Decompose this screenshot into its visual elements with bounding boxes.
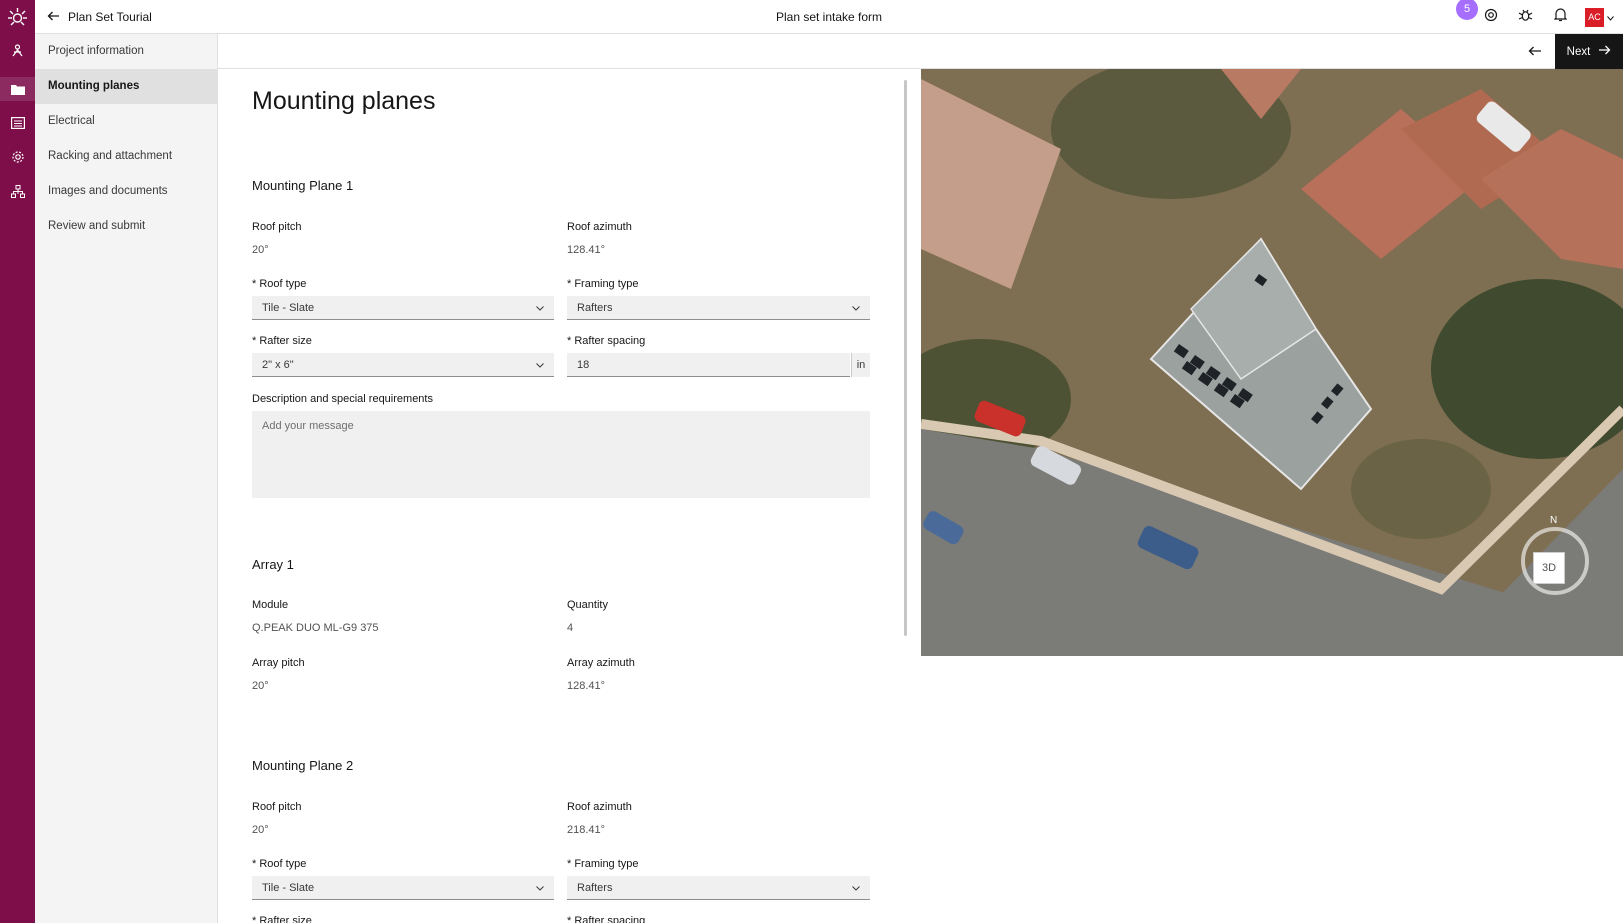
module-value: Q.PEAK DUO ML-G9 375 [252, 622, 379, 634]
framing-type-selected-value: Rafters [577, 302, 613, 314]
folder-icon[interactable] [0, 77, 35, 101]
rafter-size-select[interactable]: 2" x 6" [252, 353, 554, 377]
array-pitch-label: Array pitch [252, 657, 305, 669]
framing-type-select[interactable]: Rafters [567, 296, 870, 320]
back-link-label: Plan Set Tourial [68, 10, 152, 24]
roof-azimuth-label: Roof azimuth [567, 801, 632, 813]
arrow-left-icon [47, 10, 60, 24]
roof-type-selected-value: Tile - Slate [262, 882, 315, 894]
form-sections-nav: Project information Mounting planes Elec… [35, 34, 218, 923]
person-icon[interactable] [9, 42, 26, 59]
top-header: Plan Set Tourial Plan set intake form 5 … [35, 0, 1623, 34]
rafter-spacing-label: * Rafter spacing [567, 915, 646, 923]
roof-pitch-label: Roof pitch [252, 221, 302, 233]
bug-icon [1518, 8, 1533, 27]
roof-type-label: * Roof type [252, 858, 307, 870]
form-scrollbar[interactable] [904, 80, 907, 636]
roof-pitch-value: 20° [252, 244, 269, 256]
rafter-spacing-input[interactable]: 18 [567, 353, 850, 377]
mounting-plane-2-title: Mounting Plane 2 [252, 758, 354, 773]
bug-report-button[interactable] [1515, 7, 1536, 28]
page-title: Mounting planes [252, 87, 436, 115]
array-azimuth-value: 128.41° [567, 680, 606, 692]
roof-type-selected-value: Tile - Slate [262, 302, 315, 314]
lifebuoy-icon [1484, 8, 1498, 27]
roof-pitch-value: 20° [252, 824, 269, 836]
framing-type-selected-value: Rafters [577, 882, 613, 894]
description-textarea[interactable]: Add your message [252, 411, 870, 498]
user-menu[interactable]: AC [1585, 7, 1615, 28]
array-azimuth-label: Array azimuth [567, 657, 635, 669]
nav-item-project-information[interactable]: Project information [35, 34, 217, 69]
app-rail [0, 0, 35, 923]
rafter-spacing-unit: in [851, 353, 870, 377]
nav-item-racking-and-attachment[interactable]: Racking and attachment [35, 139, 217, 174]
framing-type-select[interactable]: Rafters [567, 876, 870, 900]
help-button[interactable]: 5 [1456, 0, 1501, 28]
chevron-down-icon [536, 296, 544, 320]
array-1-title: Array 1 [252, 557, 294, 572]
avatar: AC [1585, 7, 1604, 27]
quantity-label: Quantity [567, 599, 608, 611]
app-logo-icon[interactable] [6, 6, 29, 29]
mounting-plane-1-title: Mounting Plane 1 [252, 178, 354, 193]
array-pitch-value: 20° [252, 680, 269, 692]
notifications-button[interactable] [1550, 7, 1571, 28]
framing-type-label: * Framing type [567, 278, 639, 290]
arrow-left-icon [1528, 43, 1542, 61]
chevron-down-icon [1607, 8, 1614, 26]
roof-azimuth-label: Roof azimuth [567, 221, 632, 233]
notification-count-badge: 5 [1456, 0, 1478, 20]
next-button-label: Next [1566, 45, 1591, 58]
rafter-size-label: * Rafter size [252, 915, 312, 923]
roof-type-select[interactable]: Tile - Slate [252, 876, 554, 900]
page-header-title: Plan set intake form [775, 10, 883, 24]
nav-item-mounting-planes[interactable]: Mounting planes [35, 69, 217, 104]
roof-type-select[interactable]: Tile - Slate [252, 296, 554, 320]
list-icon[interactable] [9, 114, 26, 131]
rafter-spacing-label: * Rafter spacing [567, 335, 646, 347]
rafter-size-selected-value: 2" x 6" [262, 359, 294, 371]
chevron-down-icon [852, 296, 860, 320]
view-3d-button[interactable]: 3D [1533, 552, 1565, 584]
satellite-map[interactable]: N 3D [921, 69, 1623, 656]
nav-item-electrical[interactable]: Electrical [35, 104, 217, 139]
step-navigation-bar: Next [218, 34, 1623, 69]
roof-azimuth-value: 218.41° [567, 824, 606, 836]
bell-icon [1553, 7, 1568, 27]
chevron-down-icon [536, 353, 544, 377]
gear-icon[interactable] [9, 148, 26, 165]
arrow-right-icon [1598, 45, 1611, 58]
next-button[interactable]: Next [1555, 34, 1623, 69]
module-label: Module [252, 599, 289, 611]
back-link[interactable]: Plan Set Tourial [47, 0, 152, 34]
rafter-size-label: * Rafter size [252, 335, 312, 347]
nav-item-review-and-submit[interactable]: Review and submit [35, 209, 217, 244]
chevron-down-icon [536, 876, 544, 900]
previous-button[interactable] [1517, 34, 1553, 69]
framing-type-label: * Framing type [567, 858, 639, 870]
roof-azimuth-value: 128.41° [567, 244, 606, 256]
roof-type-label: * Roof type [252, 278, 307, 290]
nav-item-images-and-documents[interactable]: Images and documents [35, 174, 217, 209]
description-label: Description and special requirements [252, 393, 433, 405]
chevron-down-icon [852, 876, 860, 900]
compass-north-label: N [1550, 515, 1558, 526]
mounting-planes-form: Mounting planes Mounting Plane 1 Roof pi… [252, 69, 870, 923]
hierarchy-icon[interactable] [9, 183, 26, 200]
roof-pitch-label: Roof pitch [252, 801, 302, 813]
quantity-value: 4 [567, 622, 574, 634]
